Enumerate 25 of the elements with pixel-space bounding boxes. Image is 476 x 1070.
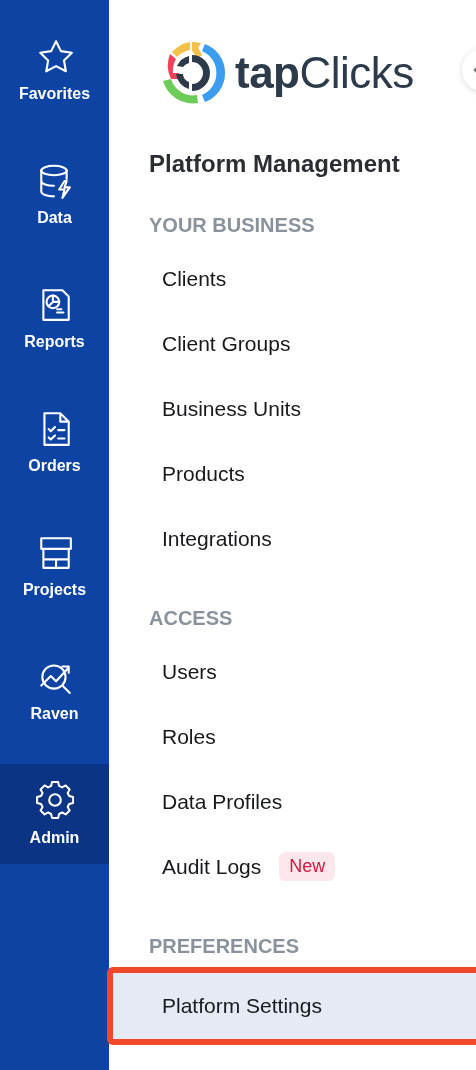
nav-item[interactable]: Reports [0, 268, 109, 368]
menu-item[interactable]: Audit Logs New [109, 834, 476, 899]
new-badge: New [279, 852, 336, 881]
nav-item[interactable]: Orders [0, 392, 109, 492]
menu-item[interactable]: Products [109, 441, 476, 506]
section-heading: YOUR BUSINESS [149, 214, 316, 238]
nav-item[interactable]: Favorites [0, 20, 109, 120]
logo-wordmark: tapClicks [235, 47, 414, 98]
nav-item[interactable]: Data [0, 144, 109, 244]
menu-item[interactable]: Platform Settings [113, 973, 476, 1039]
settings-icon [35, 781, 74, 819]
section-heading: ACCESS [149, 607, 234, 631]
menu-item[interactable]: Business Units [109, 376, 476, 441]
menu-item[interactable]: Integrations [109, 506, 476, 571]
menu-item[interactable]: Data Profiles [109, 769, 476, 834]
menu-item[interactable]: Users [109, 639, 476, 704]
nav-item[interactable]: Raven [0, 640, 109, 740]
menu-item[interactable]: Clients [109, 246, 476, 311]
section-heading: PREFERENCES [149, 935, 301, 959]
menu-item[interactable]: Client Groups [109, 311, 476, 376]
menu-item[interactable]: Roles [109, 704, 476, 769]
nav-item[interactable]: Projects [0, 516, 109, 616]
panel-title: Platform Management [149, 150, 401, 178]
nav-item[interactable]: Admin [0, 764, 109, 864]
menu-item-label: Audit Logs [162, 854, 262, 879]
